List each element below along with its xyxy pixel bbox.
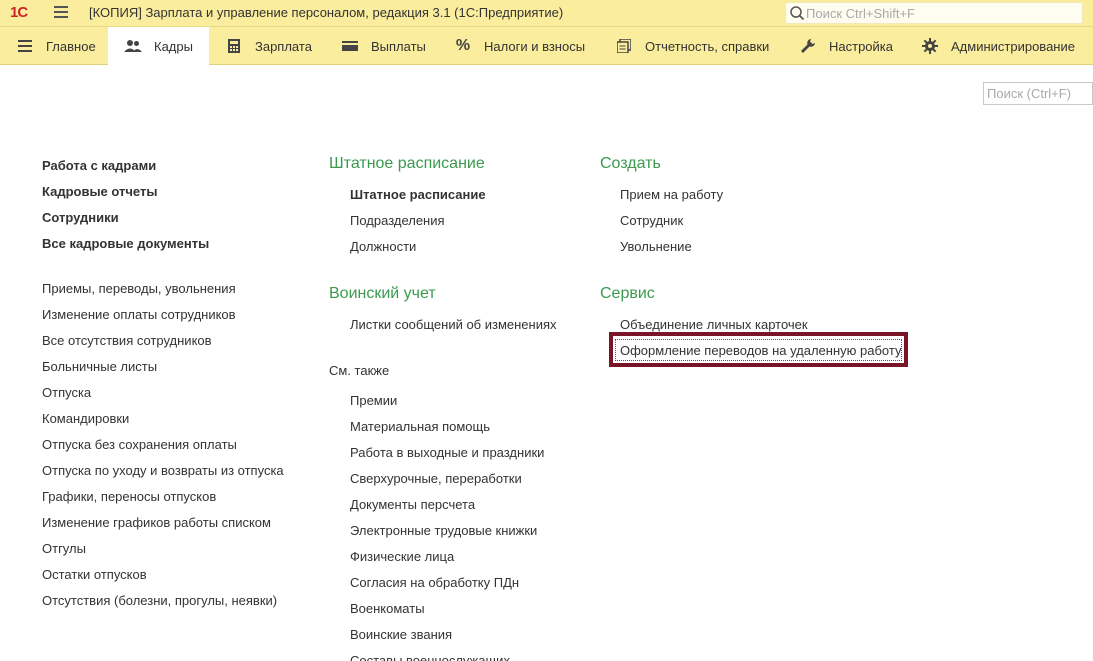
group-military: Воинский учет: [329, 284, 436, 310]
group-title-service: Сервис: [600, 285, 655, 302]
section-label: Зарплата: [255, 38, 312, 54]
group-create: Создать: [600, 154, 661, 180]
link-positions[interactable]: Должности: [350, 239, 486, 265]
local-search-input[interactable]: [984, 83, 1092, 104]
column-hr-main: Работа с кадрами Кадровые отчеты Сотрудн…: [42, 158, 209, 262]
section-label: Налоги и взносы: [484, 38, 586, 54]
link-salary-change[interactable]: Изменение оплаты сотрудников: [42, 307, 284, 333]
link-employees[interactable]: Сотрудники: [42, 210, 209, 236]
link-financial-aid[interactable]: Материальная помощь: [350, 419, 544, 445]
section-payments[interactable]: Выплаты: [341, 27, 426, 65]
link-create-dismissal[interactable]: Увольнение: [620, 239, 723, 265]
link-days-off[interactable]: Отгулы: [42, 541, 284, 567]
calculator-icon: [225, 37, 243, 55]
section-label: Отчетность, справки: [645, 38, 770, 54]
wallet-icon: [341, 37, 359, 55]
link-sick-leaves[interactable]: Больничные листы: [42, 359, 284, 385]
section-settings[interactable]: Настройка: [799, 27, 893, 65]
link-military-ranks[interactable]: Воинские звания: [350, 627, 544, 653]
hamburger-icon: [16, 37, 34, 55]
link-departments[interactable]: Подразделения: [350, 213, 486, 239]
link-vacation-balances[interactable]: Остатки отпусков: [42, 567, 284, 593]
global-search-input[interactable]: [806, 4, 1076, 22]
link-staffing-table[interactable]: Штатное расписание: [350, 187, 486, 213]
group-staffing-items: Штатное расписание Подразделения Должнос…: [350, 187, 486, 265]
section-salary[interactable]: Зарплата: [225, 27, 312, 65]
link-hire-transfer-dismiss[interactable]: Приемы, переводы, увольнения: [42, 281, 284, 307]
link-all-absences[interactable]: Все отсутствия сотрудников: [42, 333, 284, 359]
group-title-see-also: См. также: [329, 363, 390, 378]
group-staffing: Штатное расписание: [329, 154, 485, 180]
link-change-notices[interactable]: Листки сообщений об изменениях: [350, 317, 557, 343]
sections-panel: Главное Кадры Зарплата Выплаты % Налоги …: [0, 27, 1093, 65]
section-label: Главное: [46, 38, 96, 54]
link-create-employee[interactable]: Сотрудник: [620, 213, 723, 239]
group-see-also-items: Премии Материальная помощь Работа в выхо…: [350, 393, 544, 661]
link-vacations[interactable]: Отпуска: [42, 385, 284, 411]
section-taxes[interactable]: % Налоги и взносы: [454, 27, 585, 65]
link-bonuses[interactable]: Премии: [350, 393, 544, 419]
link-absences[interactable]: Отсутствия (болезни, прогулы, неявки): [42, 593, 284, 619]
group-create-items: Прием на работу Сотрудник Увольнение: [620, 187, 723, 265]
link-vacation-schedules[interactable]: Графики, переносы отпусков: [42, 489, 284, 515]
section-hr[interactable]: Кадры: [108, 27, 209, 65]
link-all-hr-documents[interactable]: Все кадровые документы: [42, 236, 209, 262]
local-search-box[interactable]: [983, 82, 1093, 105]
group-title-create: Создать: [600, 155, 661, 172]
link-schedule-changes[interactable]: Изменение графиков работы списком: [42, 515, 284, 541]
group-military-items: Листки сообщений об изменениях: [350, 317, 557, 343]
percent-icon: %: [455, 37, 471, 54]
section-label: Кадры: [154, 38, 193, 54]
global-search-box[interactable]: [785, 2, 1083, 24]
documents-icon: [615, 37, 633, 55]
link-military-offices[interactable]: Военкоматы: [350, 601, 544, 627]
wrench-icon: [799, 37, 817, 55]
window-title: [КОПИЯ] Зарплата и управление персоналом…: [89, 5, 564, 20]
search-icon: [790, 6, 805, 21]
section-reports[interactable]: Отчетность, справки: [615, 27, 769, 65]
link-unpaid-leave[interactable]: Отпуска без сохранения оплаты: [42, 437, 284, 463]
main-menu-icon[interactable]: [54, 6, 68, 20]
group-see-also: См. также: [329, 363, 389, 378]
link-overtime[interactable]: Сверхурочные, переработки: [350, 471, 544, 497]
section-label: Настройка: [829, 38, 893, 54]
title-bar: 1С [КОПИЯ] Зарплата и управление персона…: [0, 0, 1093, 27]
gear-icon: [921, 37, 939, 55]
people-icon: [124, 37, 142, 55]
section-label: Выплаты: [371, 38, 426, 54]
link-electronic-workbooks[interactable]: Электронные трудовые книжки: [350, 523, 544, 549]
section-label: Администрирование: [951, 38, 1075, 54]
link-hr-work[interactable]: Работа с кадрами: [42, 158, 209, 184]
group-title-staffing: Штатное расписание: [329, 155, 485, 172]
link-business-trips[interactable]: Командировки: [42, 411, 284, 437]
focus-outline: [615, 339, 902, 361]
link-parental-leave[interactable]: Отпуска по уходу и возвраты из отпуска: [42, 463, 284, 489]
link-data-consents[interactable]: Согласия на обработку ПДн: [350, 575, 544, 601]
link-recalc-documents[interactable]: Документы персчета: [350, 497, 544, 523]
1c-logo[interactable]: 1С: [10, 4, 28, 21]
section-main[interactable]: Главное: [0, 27, 107, 65]
link-create-hire[interactable]: Прием на работу: [620, 187, 723, 213]
group-service: Сервис: [600, 284, 655, 310]
section-admin[interactable]: Администрирование: [921, 27, 1075, 65]
group-title-military: Воинский учет: [329, 285, 436, 302]
link-military-staff[interactable]: Составы военнослужащих: [350, 653, 544, 661]
link-hr-reports[interactable]: Кадровые отчеты: [42, 184, 209, 210]
column-hr-documents: Приемы, переводы, увольнения Изменение о…: [42, 281, 284, 619]
link-weekend-work[interactable]: Работа в выходные и праздники: [350, 445, 544, 471]
link-individuals[interactable]: Физические лица: [350, 549, 544, 575]
